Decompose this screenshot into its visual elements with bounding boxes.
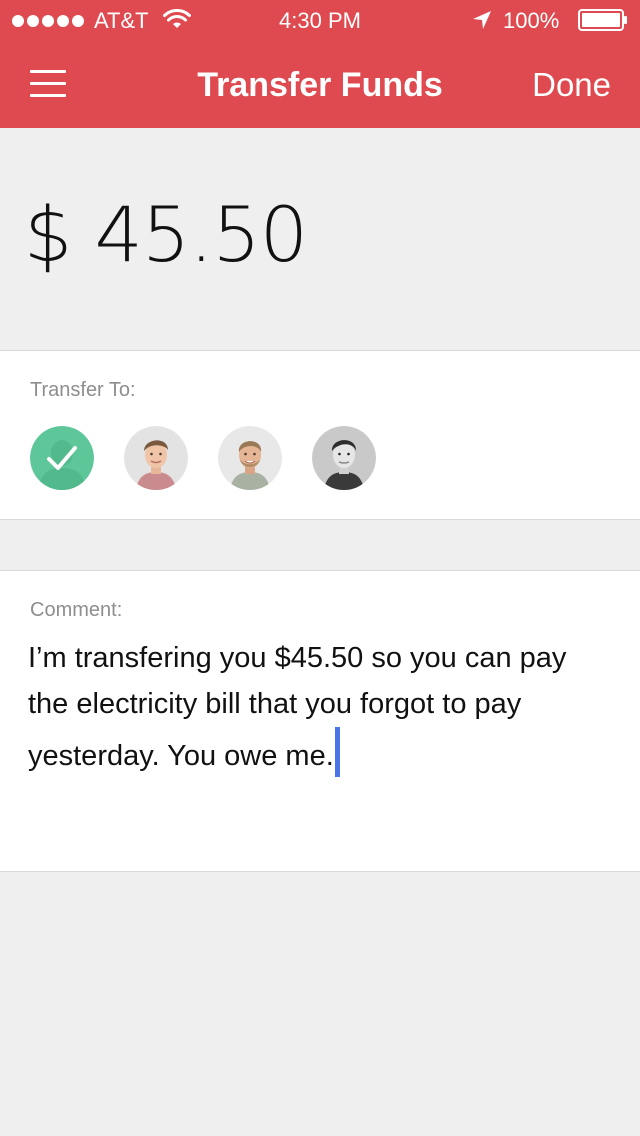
transfer-to-card: Transfer To:: [0, 350, 640, 520]
comment-card: Comment: I’m transfering you $45.50 so y…: [0, 570, 640, 872]
recipient-avatar-selected[interactable]: [30, 426, 94, 490]
recipient-avatar[interactable]: [218, 426, 282, 490]
transfer-funds-screen: AT&T 4:30 PM 100% Transfer Funds Done $ …: [0, 0, 640, 1136]
amount-section: $ 45.50: [0, 128, 640, 350]
recipient-avatar[interactable]: [312, 426, 376, 490]
comment-input[interactable]: I’m transfering you $45.50 so you can pa…: [28, 635, 612, 779]
location-arrow-icon: [473, 11, 491, 29]
amount-value[interactable]: $ 45.50: [24, 190, 308, 280]
comment-label: Comment:: [30, 599, 123, 621]
battery-icon: [578, 9, 627, 31]
text-cursor: [334, 727, 340, 777]
comment-text: I’m transfering you $45.50 so you can pa…: [28, 642, 567, 772]
header-bar: AT&T 4:30 PM 100% Transfer Funds Done: [0, 0, 640, 128]
battery-percentage: 100%: [503, 8, 560, 33]
transfer-to-label: Transfer To:: [30, 379, 136, 401]
done-button[interactable]: Done: [532, 62, 611, 108]
recipient-avatar[interactable]: [124, 426, 188, 490]
